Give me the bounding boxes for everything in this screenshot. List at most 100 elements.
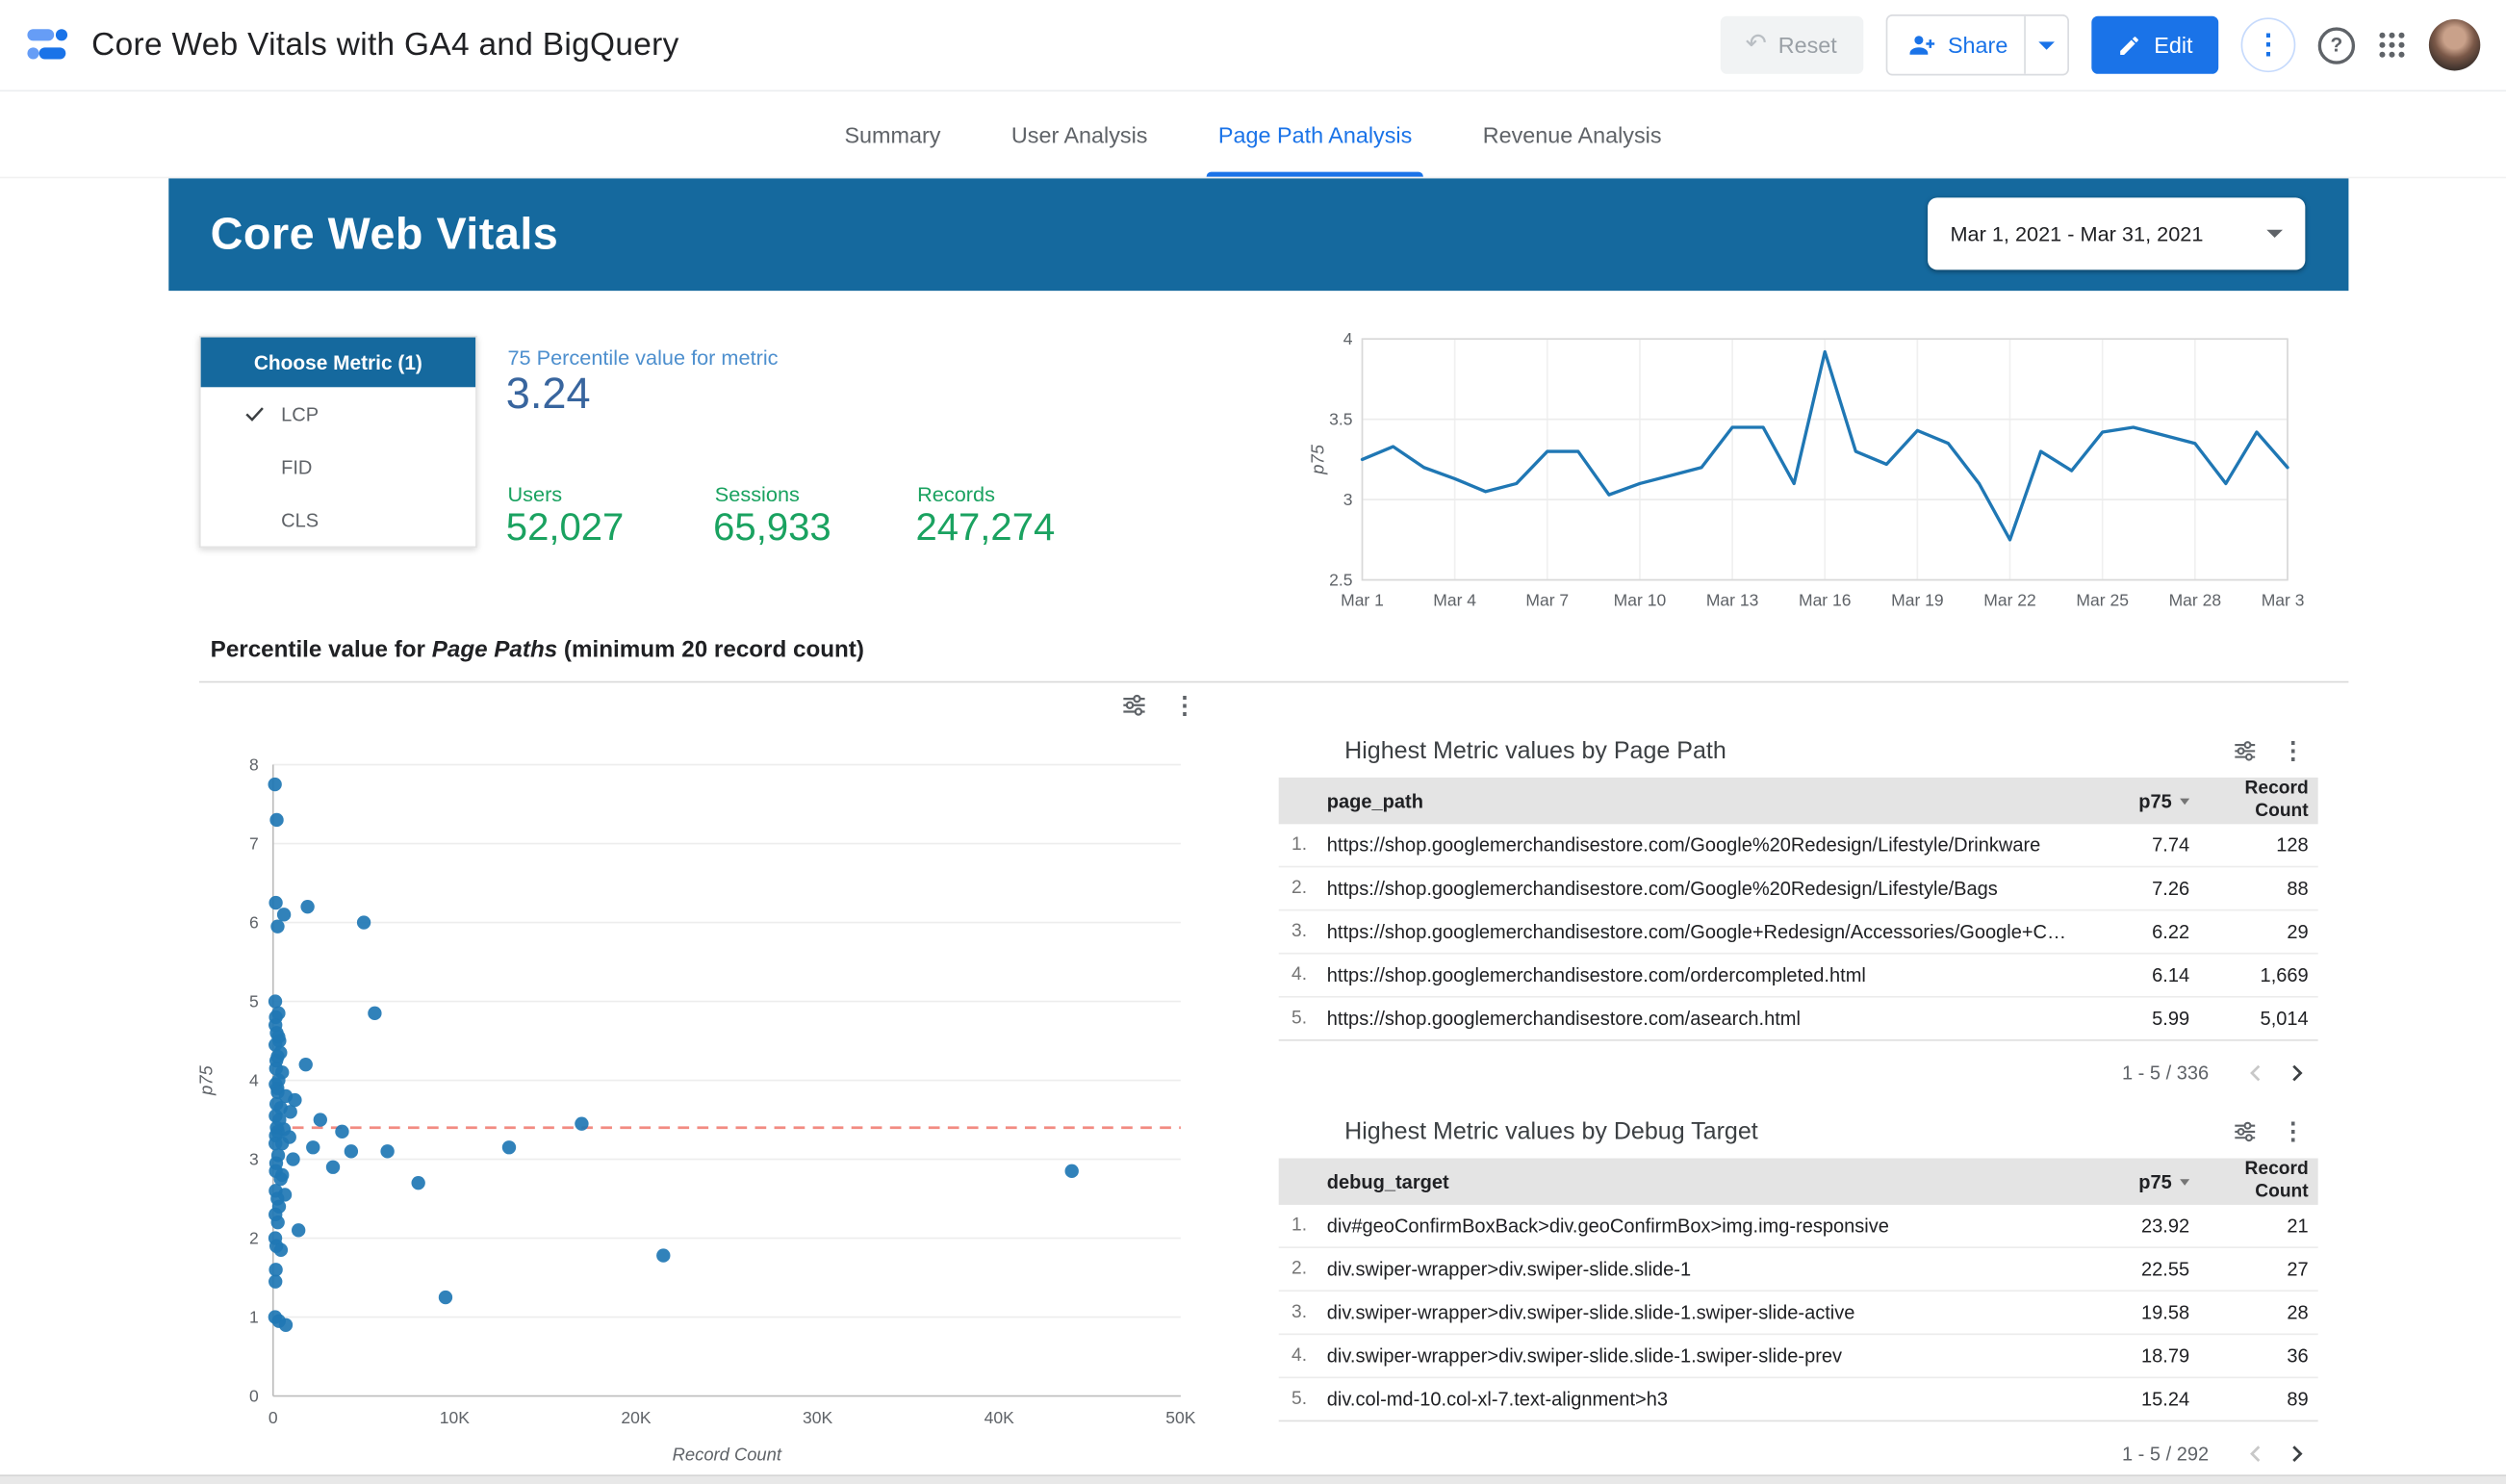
page-bottom-strip <box>0 1474 2506 1484</box>
pagination-prev-button[interactable] <box>2235 1433 2276 1474</box>
svg-text:Mar 10: Mar 10 <box>1614 590 1667 609</box>
section-title-suffix: (minimum 20 record count) <box>557 637 864 664</box>
row-dimension: https://shop.googlemerchandisestore.com/… <box>1326 920 2087 943</box>
users-scorecard-value: 52,027 <box>505 505 625 550</box>
svg-text:Mar 19: Mar 19 <box>1891 590 1944 609</box>
report-banner: Core Web Vitals Mar 1, 2021 - Mar 31, 20… <box>168 176 2349 292</box>
table-row[interactable]: 2. https://shop.googlemerchandisestore.co… <box>1278 867 2318 911</box>
pagination-prev-button[interactable] <box>2235 1052 2276 1093</box>
sort-desc-icon <box>2180 798 2190 806</box>
svg-text:Mar 1: Mar 1 <box>1341 590 1384 609</box>
table-row[interactable]: 2. div.swiper-wrapper>div.swiper-slide.sl… <box>1278 1248 2318 1292</box>
svg-text:3.5: 3.5 <box>1329 410 1352 429</box>
row-index: 1. <box>1291 834 1308 856</box>
metric-option-cls[interactable]: CLS <box>201 493 475 546</box>
row-index: 2. <box>1291 1259 1308 1279</box>
tab-page-path-analysis[interactable]: Page Path Analysis <box>1188 91 1443 177</box>
debug-target-table: Highest Metric values by Debug Target ⋮ … <box>1278 1109 2318 1484</box>
table-row[interactable]: 3. https://shop.googlemerchandisestore.co… <box>1278 910 2318 955</box>
row-index: 5. <box>1291 1009 1308 1029</box>
help-icon[interactable]: ? <box>2317 26 2356 64</box>
reset-label: Reset <box>1777 32 1837 59</box>
pagination-next-button[interactable] <box>2276 1433 2317 1474</box>
table-menu-kebab-icon[interactable]: ⋮ <box>2281 738 2305 762</box>
row-dimension: https://shop.googlemerchandisestore.com/… <box>1326 833 2041 857</box>
row-p75-value: 23.92 <box>2141 1214 2190 1238</box>
tab-label: Summary <box>844 121 941 147</box>
row-dimension: div#geoConfirmBoxBack>div.geoConfirmBox>… <box>1326 1214 1889 1238</box>
metric-option-lcp[interactable]: LCP <box>201 387 475 440</box>
row-record-count: 36 <box>2287 1344 2309 1368</box>
table-row[interactable]: 5. div.col-md-10.col-xl-7.text-alignment>… <box>1278 1378 2318 1422</box>
caret-down-icon <box>2266 229 2283 239</box>
svg-text:30K: 30K <box>803 1408 832 1427</box>
row-index: 1. <box>1291 1215 1308 1236</box>
table-row[interactable]: 3. div.swiper-wrapper>div.swiper-slide.sl… <box>1278 1292 2318 1336</box>
date-range-picker[interactable]: Mar 1, 2021 - Mar 31, 2021 <box>1928 197 2306 270</box>
page-path-scatter-chart[interactable]: 0 1 2 3 4 5 6 7 8 0 10K 20K 30K 40K 50K Record Count p75 <box>190 691 1205 1475</box>
svg-text:3: 3 <box>1343 490 1353 509</box>
tab-revenue-analysis[interactable]: Revenue Analysis <box>1452 91 1692 176</box>
p75-scorecard-value: 3.24 <box>505 369 591 418</box>
svg-text:3: 3 <box>249 1149 259 1168</box>
table-row[interactable]: 1. https://shop.googlemerchandisestore.co… <box>1278 824 2318 868</box>
row-p75-value: 15.24 <box>2141 1388 2190 1411</box>
row-dimension: div.swiper-wrapper>div.swiper-slide.slid… <box>1326 1344 1843 1368</box>
table-row[interactable]: 5. https://shop.googlemerchandisestore.co… <box>1278 998 2318 1041</box>
tab-user-analysis[interactable]: User Analysis <box>981 91 1178 176</box>
row-dimension: https://shop.googlemerchandisestore.com/… <box>1326 1007 1801 1030</box>
row-dimension: div.col-md-10.col-xl-7.text-alignment>h3 <box>1326 1388 1668 1411</box>
row-dimension: div.swiper-wrapper>div.swiper-slide.slid… <box>1326 1301 1855 1324</box>
header-actions: ↶ Reset Share Edit ⋮ ? <box>1719 14 2481 76</box>
reset-button[interactable]: ↶ Reset <box>1719 15 1863 74</box>
row-p75-value: 22.55 <box>2141 1258 2190 1281</box>
kebab-icon: ⋮ <box>2254 29 2283 60</box>
page-path-table: Highest Metric values by Page Path ⋮ pag… <box>1278 728 2318 1105</box>
section-title-emphasis: Page Paths <box>431 637 558 664</box>
sessions-scorecard-label: Sessions <box>714 481 800 506</box>
table-row[interactable]: 4. https://shop.googlemerchandisestore.co… <box>1278 955 2318 998</box>
row-p75-value: 18.79 <box>2141 1344 2190 1368</box>
metric-column-header[interactable]: p75 <box>2086 789 2190 812</box>
row-p75-value: 7.26 <box>2152 877 2190 900</box>
apps-grid-icon[interactable] <box>2377 31 2406 60</box>
count-column-header[interactable]: Record Count <box>2189 1161 2318 1203</box>
svg-text:Mar 13: Mar 13 <box>1706 590 1759 609</box>
table-row[interactable]: 4. div.swiper-wrapper>div.swiper-slide.sl… <box>1278 1335 2318 1379</box>
p75-trend-chart[interactable]: Mar 1 Mar 4 Mar 7 Mar 10 Mar 13 Mar 16 Mar 19 M… <box>1304 326 2314 625</box>
svg-text:4: 4 <box>1343 329 1353 348</box>
table-filter-tune-icon[interactable] <box>2233 1119 2257 1143</box>
svg-text:40K: 40K <box>984 1408 1014 1427</box>
metric-option-fid[interactable]: FID <box>201 440 475 493</box>
edit-button[interactable]: Edit <box>2091 15 2219 74</box>
tab-summary[interactable]: Summary <box>814 91 971 176</box>
share-button[interactable]: Share <box>1884 14 2069 76</box>
datastudio-logo[interactable] <box>26 24 69 65</box>
more-options-button[interactable]: ⋮ <box>2240 17 2296 73</box>
svg-text:Mar 28: Mar 28 <box>2169 590 2222 609</box>
pagination-next-button[interactable] <box>2276 1052 2317 1093</box>
table-row[interactable]: 1. div#geoConfirmBoxBack>div.geoConfirmBo… <box>1278 1205 2318 1248</box>
row-record-count: 21 <box>2287 1214 2309 1238</box>
svg-text:7: 7 <box>249 833 259 853</box>
table-controls: ⋮ <box>2233 1119 2317 1143</box>
dimension-column-header[interactable]: page_path <box>1327 789 2087 811</box>
sessions-scorecard-value: 65,933 <box>713 505 831 550</box>
pencil-icon <box>2119 36 2138 55</box>
share-main[interactable]: Share <box>1887 16 2024 74</box>
row-p75-value: 19.58 <box>2141 1301 2190 1324</box>
grid-dots-icon <box>2379 32 2405 58</box>
metric-selector: Choose Metric (1) LCP FID CLS <box>198 335 477 549</box>
dimension-column-header[interactable]: debug_target <box>1327 1170 2087 1192</box>
avatar[interactable] <box>2428 19 2481 71</box>
count-column-header[interactable]: Record Count <box>2189 780 2318 822</box>
records-scorecard-label: Records <box>917 481 995 506</box>
table-menu-kebab-icon[interactable]: ⋮ <box>2281 1119 2305 1143</box>
share-dropdown-caret[interactable] <box>2024 15 2067 74</box>
metric-option-label: CLS <box>281 508 320 531</box>
pagination-range: 1 - 5 / 292 <box>2121 1442 2210 1466</box>
section-divider <box>198 680 2349 683</box>
table-filter-tune-icon[interactable] <box>2233 738 2257 762</box>
row-p75-value: 6.22 <box>2152 920 2190 943</box>
metric-column-header[interactable]: p75 <box>2086 1170 2190 1192</box>
